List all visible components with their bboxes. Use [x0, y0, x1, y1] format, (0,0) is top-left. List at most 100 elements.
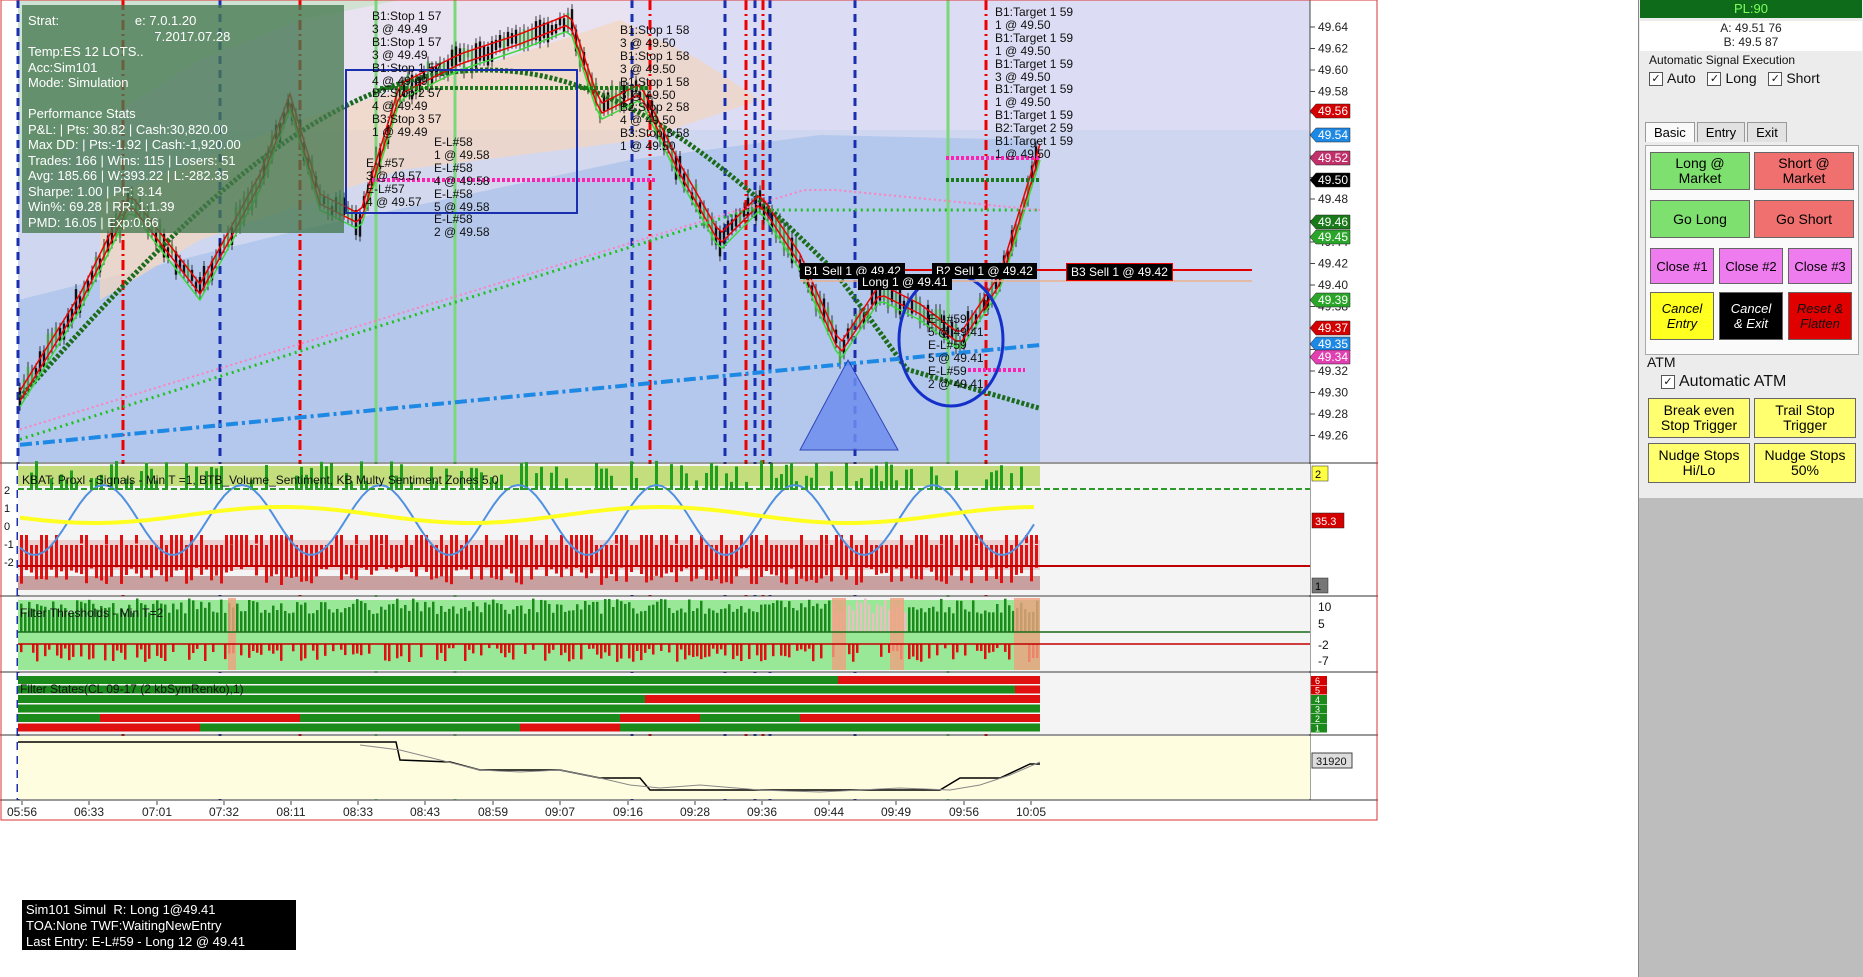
threshold-bar	[768, 604, 771, 632]
threshold-bar	[676, 610, 679, 632]
cancel-entry-button[interactable]: Cancel Entry	[1650, 292, 1714, 340]
threshold-bar	[936, 611, 939, 632]
threshold-bar	[44, 644, 47, 657]
performance-info-box: Strat: e: 7.0.1.20 7.2017.07.28 Temp:ES …	[22, 5, 344, 233]
threshold-bar	[260, 612, 263, 632]
threshold-bar	[748, 644, 751, 660]
kbat-bar	[770, 545, 773, 575]
threshold-bar	[424, 601, 427, 632]
check-icon: ✓	[1707, 72, 1722, 87]
kbat-bar	[235, 545, 238, 567]
target-order-label: B2:Target 2 59	[995, 121, 1074, 136]
atm-checkbox[interactable]: ✓ Automatic ATM	[1661, 373, 1786, 391]
price-label: 49.42	[1318, 257, 1348, 271]
long-checkbox[interactable]: ✓ Long	[1707, 70, 1757, 87]
kbat-bar	[720, 545, 723, 584]
threshold-highlight	[1014, 598, 1040, 670]
threshold-bar	[140, 644, 143, 650]
order-side-panel: PL:90 A: 49.51 76 B: 49.5 87 Automatic S…	[1638, 0, 1863, 977]
candle-body	[506, 31, 510, 47]
threshold-bar	[500, 644, 503, 654]
filter-states-title: Filter States(CL 09-17 (2 kbSymRenko),1)	[20, 682, 244, 696]
filter-state-red	[100, 714, 300, 722]
close-2-button[interactable]: Close #2	[1719, 248, 1783, 284]
threshold-bar	[852, 610, 855, 632]
close-1-button[interactable]: Close #1	[1650, 248, 1714, 284]
threshold-bar	[136, 644, 139, 658]
tab-basic[interactable]: Basic	[1645, 122, 1695, 142]
kbat-bar	[805, 475, 808, 490]
threshold-bar	[740, 606, 743, 632]
short-market-button[interactable]: Short @ Market	[1754, 152, 1854, 190]
ask-bid-display: A: 49.51 76 B: 49.5 87	[1640, 21, 1862, 51]
threshold-bar	[796, 644, 799, 651]
stop-order-label: B1:Stop 1 58	[620, 23, 690, 37]
threshold-bar	[804, 644, 807, 652]
trail-stop-button[interactable]: Trail Stop Trigger	[1754, 398, 1856, 438]
threshold-bar	[388, 604, 391, 632]
short-checkbox[interactable]: ✓ Short	[1768, 70, 1820, 87]
threshold-bar	[332, 644, 335, 652]
kbat-bar	[765, 545, 768, 572]
kbat-bar	[845, 463, 848, 490]
kbat-bar	[725, 473, 728, 490]
auto-checkbox[interactable]: ✓ Auto	[1649, 70, 1696, 87]
kbat-bar	[360, 545, 363, 568]
threshold-bar	[580, 609, 583, 632]
go-short-button[interactable]: Go Short	[1754, 200, 1854, 238]
kbat-bar	[85, 545, 88, 584]
nudge-50-button[interactable]: Nudge Stops 50%	[1754, 443, 1856, 483]
threshold-bar	[168, 612, 171, 632]
threshold-axis-label: -7	[1318, 654, 1329, 668]
kbat-bar	[255, 545, 258, 576]
threshold-bar	[824, 603, 827, 632]
entry-order-label: 5 @ 49.58	[434, 199, 490, 214]
threshold-bar	[796, 610, 799, 632]
kbat-bar	[515, 545, 518, 583]
threshold-bar	[252, 644, 255, 652]
threshold-bar	[192, 644, 195, 654]
kbat-bar	[875, 465, 878, 490]
threshold-bar	[700, 644, 703, 660]
threshold-bar	[596, 644, 599, 655]
threshold-bar	[868, 604, 871, 632]
kbat-bar	[680, 465, 683, 490]
time-label: 09:28	[680, 805, 710, 819]
kbat-bar	[880, 545, 883, 574]
threshold-bar	[488, 604, 491, 632]
kbat-bar	[255, 535, 258, 544]
threshold-bar	[204, 607, 207, 632]
threshold-bar	[636, 644, 639, 652]
kbat-bar	[30, 545, 33, 573]
kbat-bar	[985, 545, 988, 581]
reset-flatten-button[interactable]: Reset & Flatten	[1788, 292, 1852, 340]
threshold-bar	[212, 644, 215, 653]
auto-check-label: Auto	[1667, 70, 1696, 86]
threshold-bar	[520, 605, 523, 632]
nudge-hilo-button[interactable]: Nudge Stops Hi/Lo	[1648, 443, 1750, 483]
threshold-bar	[644, 610, 647, 632]
kbat-bar	[670, 545, 673, 573]
entry-order-label: E-L#57	[366, 181, 405, 196]
stop-order-label: B2:Stop 2 57	[372, 86, 442, 101]
tab-entry[interactable]: Entry	[1696, 122, 1746, 142]
threshold-bar	[976, 644, 979, 651]
threshold-bar	[704, 644, 707, 658]
kbat-bar	[815, 463, 818, 490]
price-label: 49.60	[1318, 63, 1348, 77]
kbat-bar	[445, 545, 448, 583]
kbat-bar	[495, 545, 498, 580]
go-long-button[interactable]: Go Long	[1650, 200, 1750, 238]
break-even-button[interactable]: Break even Stop Trigger	[1648, 398, 1750, 438]
close-3-button[interactable]: Close #3	[1788, 248, 1852, 284]
kbat-bar	[1035, 535, 1038, 544]
chart-area[interactable]: 49.64 49.62 49.60 49.58 49.56 49.54 49.52 49.50…	[0, 0, 1638, 977]
long-market-button[interactable]: Long @ Market	[1650, 152, 1750, 190]
threshold-bar	[876, 604, 879, 632]
tab-exit[interactable]: Exit	[1747, 122, 1787, 142]
kbat-bar	[990, 545, 993, 568]
threshold-bar	[880, 606, 883, 632]
kbat-bar	[660, 545, 663, 578]
kbat-bar	[80, 545, 83, 575]
cancel-exit-button[interactable]: Cancel & Exit	[1719, 292, 1783, 340]
